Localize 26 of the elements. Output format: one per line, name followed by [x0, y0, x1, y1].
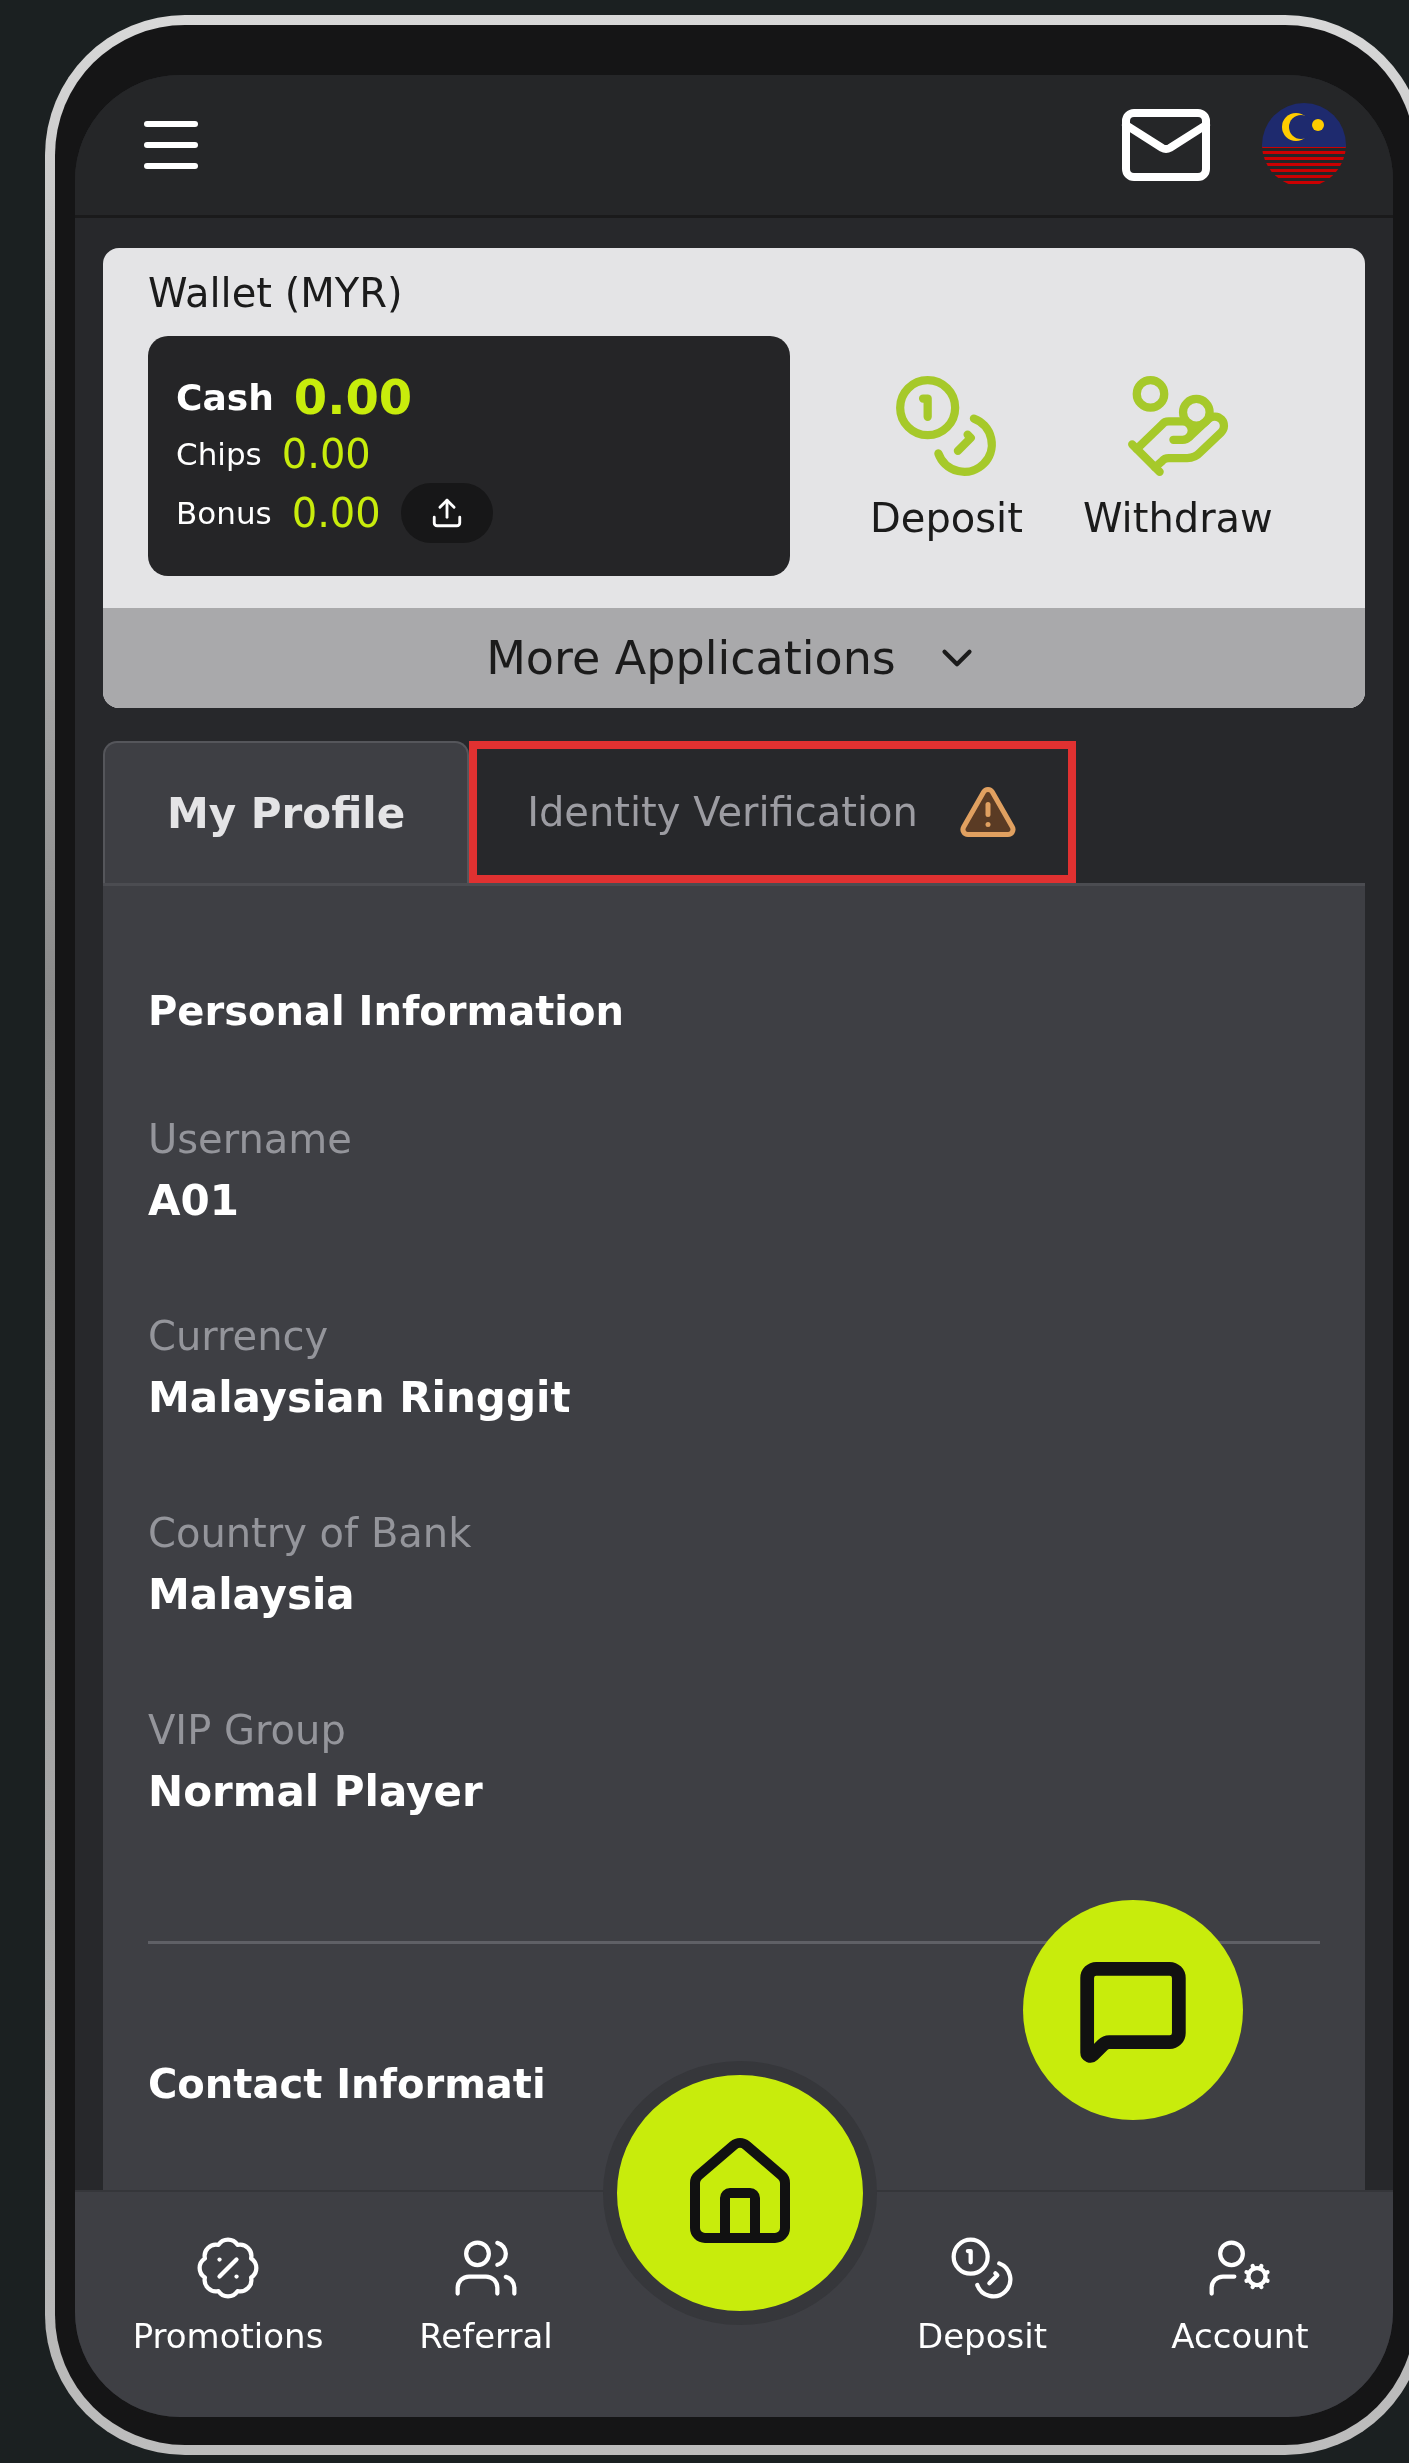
field-value: Malaysia [148, 1570, 356, 1619]
wallet-title: Wallet (MYR) [148, 270, 404, 316]
balance-amount: 0.00 [293, 369, 413, 425]
field-label: Username [148, 1116, 353, 1162]
more-applications-button[interactable]: More Applications [103, 608, 1365, 708]
balance-label: Cash [176, 376, 274, 418]
tab[interactable]: My Profile [103, 741, 470, 883]
field-value: A01 [148, 1176, 240, 1225]
section-title: Personal Information [148, 987, 625, 1036]
field-label: Country of Bank [148, 1510, 473, 1556]
wallet-action[interactable]: Deposit [860, 371, 1033, 541]
wallet-action[interactable]: Withdraw [1072, 371, 1283, 541]
nav-item[interactable]: Promotions [128, 2233, 328, 2356]
nav-item[interactable]: Referral [386, 2233, 586, 2356]
section-title: Contact Informati [148, 2060, 547, 2109]
nav-item[interactable]: Account [1140, 2233, 1340, 2356]
nav-item[interactable]: Deposit [882, 2233, 1082, 2356]
field-value: Normal Player [148, 1767, 484, 1816]
balance-amount: 0.00 [291, 490, 381, 536]
field-label: VIP Group [148, 1707, 347, 1753]
field-value: Malaysian Ringgit [148, 1373, 572, 1422]
balance-label: Chips [176, 436, 262, 472]
field-label: Currency [148, 1313, 330, 1359]
balance-amount: 0.00 [281, 431, 371, 477]
tab[interactable]: Identity Verification [469, 741, 1076, 883]
balance-label: Bonus [176, 495, 272, 531]
